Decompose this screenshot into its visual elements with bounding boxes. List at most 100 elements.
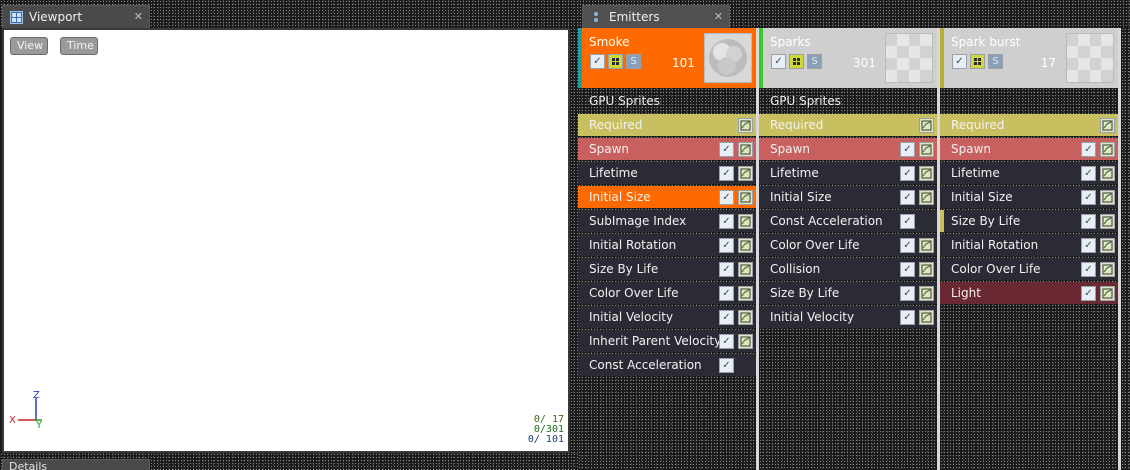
module-size-by-life[interactable]: Size By Life ✓ bbox=[578, 258, 756, 280]
type-data-row[interactable] bbox=[940, 90, 1118, 112]
module-size-by-life[interactable]: Size By Life ✓ bbox=[940, 210, 1118, 232]
module-enable-checkbox[interactable]: ✓ bbox=[900, 189, 915, 205]
splitter[interactable] bbox=[570, 28, 578, 470]
module-lifetime[interactable]: Lifetime ✓ bbox=[940, 162, 1118, 184]
module-initial-size[interactable]: Initial Size ✓ bbox=[940, 186, 1118, 208]
module-enable-checkbox[interactable]: ✓ bbox=[1081, 189, 1096, 205]
curve-icon[interactable] bbox=[738, 213, 753, 229]
emitter-header[interactable]: Spark burst ✓ S 17 bbox=[940, 28, 1118, 88]
type-data-row[interactable]: GPU Sprites bbox=[578, 90, 756, 112]
curve-icon[interactable] bbox=[1100, 189, 1115, 205]
curve-icon[interactable] bbox=[738, 141, 753, 157]
curve-icon[interactable] bbox=[919, 189, 934, 205]
module-const-acceleration[interactable]: Const Acceleration ✓ bbox=[759, 210, 937, 232]
curve-icon[interactable] bbox=[919, 309, 934, 325]
module-spawn[interactable]: Spawn ✓ bbox=[578, 138, 756, 160]
module-enable-checkbox[interactable]: ✓ bbox=[719, 165, 734, 181]
type-data-row[interactable]: GPU Sprites bbox=[759, 90, 937, 112]
render-mode-icon[interactable] bbox=[608, 54, 623, 69]
module-enable-checkbox[interactable]: ✓ bbox=[1081, 165, 1096, 181]
module-enable-checkbox[interactable]: ✓ bbox=[719, 357, 734, 373]
module-inherit-parent-velocity[interactable]: Inherit Parent Velocity ✓ bbox=[578, 330, 756, 352]
curve-icon[interactable] bbox=[738, 237, 753, 253]
curve-icon[interactable] bbox=[919, 285, 934, 301]
module-enable-checkbox[interactable]: ✓ bbox=[1081, 237, 1096, 253]
module-lifetime[interactable]: Lifetime ✓ bbox=[759, 162, 937, 184]
module-initial-size[interactable]: Initial Size ✓ bbox=[759, 186, 937, 208]
curve-icon[interactable] bbox=[1100, 141, 1115, 157]
module-enable-checkbox[interactable]: ✓ bbox=[1081, 141, 1096, 157]
module-enable-checkbox[interactable]: ✓ bbox=[719, 285, 734, 301]
module-initial-size[interactable]: Initial Size ✓ bbox=[578, 186, 756, 208]
module-required[interactable]: Required bbox=[940, 114, 1118, 136]
module-required[interactable]: Required bbox=[578, 114, 756, 136]
solo-icon[interactable]: S bbox=[626, 54, 641, 69]
module-const-acceleration[interactable]: Const Acceleration ✓ bbox=[578, 354, 756, 376]
module-enable-checkbox[interactable]: ✓ bbox=[1081, 285, 1096, 301]
module-enable-checkbox[interactable]: ✓ bbox=[1081, 213, 1096, 229]
curve-icon[interactable] bbox=[738, 285, 753, 301]
render-mode-icon[interactable] bbox=[970, 54, 985, 69]
module-enable-checkbox[interactable]: ✓ bbox=[900, 213, 915, 229]
close-icon[interactable]: ✕ bbox=[134, 10, 143, 23]
curve-icon[interactable] bbox=[1100, 261, 1115, 277]
enable-checkbox[interactable]: ✓ bbox=[590, 54, 605, 69]
module-enable-checkbox[interactable]: ✓ bbox=[719, 141, 734, 157]
module-collision[interactable]: Collision ✓ bbox=[759, 258, 937, 280]
tab-emitters[interactable]: Emitters ✕ bbox=[582, 5, 730, 28]
module-enable-checkbox[interactable]: ✓ bbox=[900, 309, 915, 325]
module-color-over-life[interactable]: Color Over Life ✓ bbox=[759, 234, 937, 256]
curve-icon[interactable] bbox=[738, 333, 753, 349]
tab-details[interactable]: Details bbox=[2, 459, 150, 470]
emitter-header[interactable]: Sparks ✓ S 301 bbox=[759, 28, 937, 88]
module-enable-checkbox[interactable]: ✓ bbox=[900, 285, 915, 301]
tab-viewport[interactable]: Viewport ✕ bbox=[2, 5, 150, 28]
module-enable-checkbox[interactable]: ✓ bbox=[900, 165, 915, 181]
module-enable-checkbox[interactable]: ✓ bbox=[1081, 261, 1096, 277]
solo-icon[interactable]: S bbox=[988, 54, 1003, 69]
viewport-canvas[interactable]: View Time Z X Y 0/ 17 0/301 0/ 101 bbox=[2, 28, 570, 453]
curve-icon[interactable] bbox=[1100, 165, 1115, 181]
curve-icon[interactable] bbox=[919, 117, 934, 133]
render-mode-icon[interactable] bbox=[789, 54, 804, 69]
module-enable-checkbox[interactable]: ✓ bbox=[719, 261, 734, 277]
curve-icon[interactable] bbox=[919, 141, 934, 157]
module-size-by-life[interactable]: Size By Life ✓ bbox=[759, 282, 937, 304]
module-lifetime[interactable]: Lifetime ✓ bbox=[578, 162, 756, 184]
module-enable-checkbox[interactable]: ✓ bbox=[719, 333, 734, 349]
curve-icon[interactable] bbox=[738, 189, 753, 205]
module-initial-velocity[interactable]: Initial Velocity ✓ bbox=[578, 306, 756, 328]
module-enable-checkbox[interactable]: ✓ bbox=[900, 237, 915, 253]
curve-icon[interactable] bbox=[919, 165, 934, 181]
module-color-over-life[interactable]: Color Over Life ✓ bbox=[578, 282, 756, 304]
curve-icon[interactable] bbox=[738, 309, 753, 325]
module-enable-checkbox[interactable]: ✓ bbox=[719, 309, 734, 325]
enable-checkbox[interactable]: ✓ bbox=[952, 54, 967, 69]
module-required[interactable]: Required bbox=[759, 114, 937, 136]
curve-icon[interactable] bbox=[1100, 117, 1115, 133]
module-spawn[interactable]: Spawn ✓ bbox=[759, 138, 937, 160]
emitter-header[interactable]: Smoke ✓ S 101 bbox=[578, 28, 756, 88]
curve-icon[interactable] bbox=[1100, 285, 1115, 301]
module-initial-rotation[interactable]: Initial Rotation ✓ bbox=[578, 234, 756, 256]
close-icon[interactable]: ✕ bbox=[714, 10, 723, 23]
module-enable-checkbox[interactable]: ✓ bbox=[719, 237, 734, 253]
curve-icon[interactable] bbox=[1100, 213, 1115, 229]
curve-icon[interactable] bbox=[919, 237, 934, 253]
module-initial-velocity[interactable]: Initial Velocity ✓ bbox=[759, 306, 937, 328]
module-enable-checkbox[interactable]: ✓ bbox=[719, 213, 734, 229]
curve-icon[interactable] bbox=[738, 117, 753, 133]
view-button[interactable]: View bbox=[10, 37, 48, 55]
module-color-over-life[interactable]: Color Over Life ✓ bbox=[940, 258, 1118, 280]
curve-icon[interactable] bbox=[738, 261, 753, 277]
curve-icon[interactable] bbox=[738, 165, 753, 181]
solo-icon[interactable]: S bbox=[807, 54, 822, 69]
module-initial-rotation[interactable]: Initial Rotation ✓ bbox=[940, 234, 1118, 256]
module-enable-checkbox[interactable]: ✓ bbox=[900, 141, 915, 157]
enable-checkbox[interactable]: ✓ bbox=[771, 54, 786, 69]
module-light[interactable]: Light ✓ bbox=[940, 282, 1118, 304]
time-button[interactable]: Time bbox=[60, 37, 98, 55]
module-enable-checkbox[interactable]: ✓ bbox=[900, 261, 915, 277]
curve-icon[interactable] bbox=[919, 261, 934, 277]
module-subimage-index[interactable]: SubImage Index ✓ bbox=[578, 210, 756, 232]
